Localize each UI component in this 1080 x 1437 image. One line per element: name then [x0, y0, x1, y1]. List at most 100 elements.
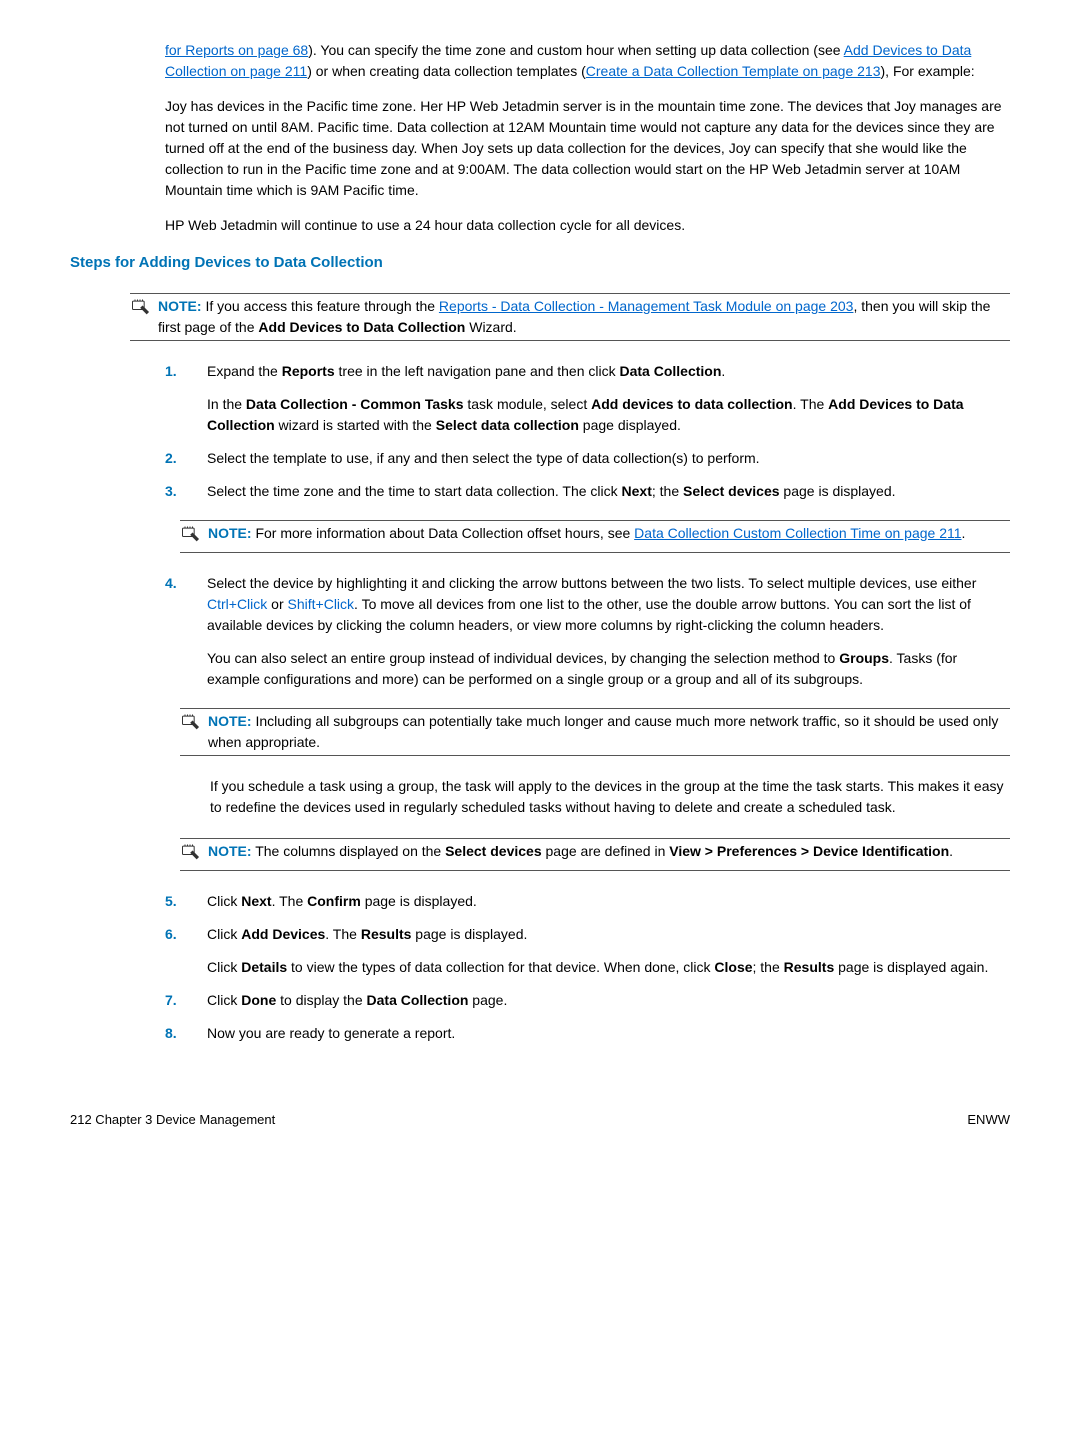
- list-item: 7. Click Done to display the Data Collec…: [165, 990, 1010, 1011]
- divider: [180, 755, 1010, 756]
- bold: Next: [241, 893, 271, 909]
- bold: Select devices: [445, 843, 542, 859]
- text: Now you are ready to generate a report.: [207, 1023, 1010, 1044]
- text: Select the device by highlighting it and…: [207, 575, 976, 591]
- text: page is displayed.: [411, 926, 527, 942]
- link-reports-68[interactable]: for Reports on page 68: [165, 42, 308, 58]
- bold: Add Devices: [241, 926, 325, 942]
- bold: Next: [622, 483, 652, 499]
- keyboard-shortcut: Ctrl+Click: [207, 596, 267, 612]
- note-block: NOTE: The columns displayed on the Selec…: [180, 832, 1010, 877]
- step-number: 7.: [165, 990, 185, 1011]
- divider: [130, 340, 1010, 341]
- text: .: [721, 363, 725, 379]
- bold: Details: [241, 959, 287, 975]
- step-number: 4.: [165, 573, 185, 594]
- text: tree in the left navigation pane and the…: [335, 363, 620, 379]
- text: page is displayed.: [780, 483, 896, 499]
- text: Click: [207, 959, 241, 975]
- note-icon: [180, 842, 200, 868]
- note-text: Wizard.: [465, 319, 516, 335]
- steps-list-cont: 4. Select the device by highlighting it …: [165, 573, 1010, 690]
- footer-left: 212 Chapter 3 Device Management: [70, 1110, 275, 1130]
- text: ; the: [652, 483, 683, 499]
- list-item: 6. Click Add Devices. The Results page i…: [165, 924, 1010, 978]
- list-item: 4. Select the device by highlighting it …: [165, 573, 1010, 690]
- text: to display the: [276, 992, 366, 1008]
- divider: [180, 870, 1010, 871]
- steps-list: 1. Expand the Reports tree in the left n…: [165, 361, 1010, 502]
- text: page.: [468, 992, 507, 1008]
- text: page is displayed.: [361, 893, 477, 909]
- note-icon: [180, 524, 200, 550]
- divider: [180, 552, 1010, 553]
- continue-paragraph: HP Web Jetadmin will continue to use a 2…: [165, 215, 1010, 236]
- step-number: 5.: [165, 891, 185, 912]
- bold: Select devices: [683, 483, 780, 499]
- bold: Reports: [282, 363, 335, 379]
- bold: Groups: [839, 650, 889, 666]
- section-heading-steps: Steps for Adding Devices to Data Collect…: [70, 252, 1010, 275]
- text: page are defined in: [542, 843, 670, 859]
- text: task module, select: [463, 396, 591, 412]
- link-create-template-213[interactable]: Create a Data Collection Template on pag…: [586, 63, 881, 79]
- divider: [180, 838, 1010, 839]
- text: Select the template to use, if any and t…: [207, 448, 1010, 469]
- example-paragraph: Joy has devices in the Pacific time zone…: [165, 96, 1010, 201]
- text: Expand the: [207, 363, 282, 379]
- text: You can also select an entire group inst…: [207, 650, 839, 666]
- note-icon: [130, 297, 150, 323]
- text: In the: [207, 396, 246, 412]
- text: Click: [207, 992, 241, 1008]
- note-label: NOTE:: [208, 843, 252, 859]
- link-custom-collection-time[interactable]: Data Collection Custom Collection Time o…: [634, 525, 961, 541]
- note-label: NOTE:: [158, 298, 202, 314]
- text: . The: [793, 396, 829, 412]
- text: Select the time zone and the time to sta…: [207, 483, 622, 499]
- steps-list-cont2: 5. Click Next. The Confirm page is displ…: [165, 891, 1010, 1044]
- text: ) or when creating data collection templ…: [307, 63, 586, 79]
- note-text: .: [962, 525, 966, 541]
- note-text: If you access this feature through the: [205, 298, 438, 314]
- note-block: NOTE: Including all subgroups can potent…: [180, 702, 1010, 762]
- step4-followup: If you schedule a task using a group, th…: [210, 776, 1010, 818]
- bold: Data Collection: [367, 992, 469, 1008]
- list-item: 1. Expand the Reports tree in the left n…: [165, 361, 1010, 436]
- step-number: 6.: [165, 924, 185, 945]
- bold: View > Preferences > Device Identificati…: [669, 843, 949, 859]
- text: ). You can specify the time zone and cus…: [308, 42, 843, 58]
- note-block: NOTE: If you access this feature through…: [130, 287, 1010, 347]
- bold: Add Devices to Data Collection: [258, 319, 465, 335]
- list-item: 2. Select the template to use, if any an…: [165, 448, 1010, 469]
- bold: Confirm: [307, 893, 361, 909]
- text: ; the: [753, 959, 784, 975]
- text: to view the types of data collection for…: [287, 959, 714, 975]
- note-block: NOTE: For more information about Data Co…: [180, 514, 1010, 559]
- keyboard-shortcut: Shift+Click: [288, 596, 355, 612]
- bold: Add devices to data collection: [591, 396, 793, 412]
- bold: Data Collection - Common Tasks: [246, 396, 464, 412]
- note-label: NOTE:: [208, 525, 252, 541]
- note-text: Including all subgroups can potentially …: [208, 713, 998, 750]
- text: .: [949, 843, 953, 859]
- note-text: For more information about Data Collecti…: [255, 525, 634, 541]
- step-number: 2.: [165, 448, 185, 469]
- bold: Results: [784, 959, 835, 975]
- step-number: 3.: [165, 481, 185, 502]
- list-item: 3. Select the time zone and the time to …: [165, 481, 1010, 502]
- text: Click: [207, 893, 241, 909]
- list-item: 5. Click Next. The Confirm page is displ…: [165, 891, 1010, 912]
- text: The columns displayed on the: [255, 843, 445, 859]
- bold: Results: [361, 926, 412, 942]
- text: . The: [272, 893, 308, 909]
- divider: [180, 520, 1010, 521]
- list-item: 8. Now you are ready to generate a repor…: [165, 1023, 1010, 1044]
- link-reports-task-module[interactable]: Reports - Data Collection - Management T…: [439, 298, 854, 314]
- text: page is displayed again.: [834, 959, 988, 975]
- bold: Data Collection: [620, 363, 722, 379]
- bold: Select data collection: [436, 417, 579, 433]
- intro-paragraph: for Reports on page 68). You can specify…: [165, 40, 1010, 82]
- page-footer: 212 Chapter 3 Device Management ENWW: [70, 1104, 1010, 1130]
- text: wizard is started with the: [275, 417, 436, 433]
- footer-right: ENWW: [967, 1110, 1010, 1130]
